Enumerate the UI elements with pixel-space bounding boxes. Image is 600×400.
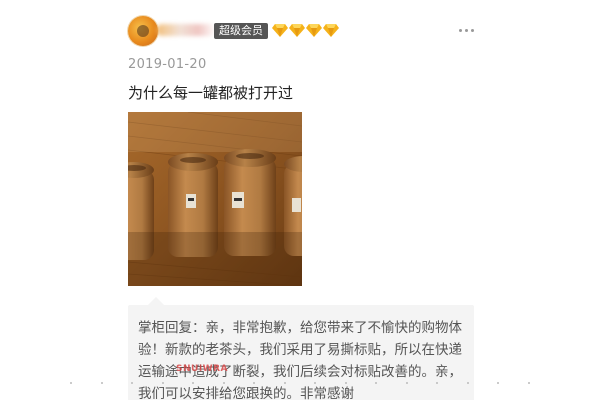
reply-arrow [148, 297, 164, 305]
tea-canisters-photo [128, 112, 302, 286]
avatar[interactable] [128, 16, 158, 46]
watermark: SNUIWRA [176, 364, 228, 374]
diamond-icon [289, 24, 305, 37]
diamond-icon [306, 24, 322, 37]
avatar-image [137, 25, 149, 37]
diamond-rating [272, 22, 339, 40]
diamond-icon [323, 24, 339, 37]
review-card: 超级会员 2019-01-20 为什么每一罐都被打开过 掌柜回复：亲，非常抱歉，… [110, 0, 488, 400]
review-header: 超级会员 [128, 14, 478, 50]
vip-badge: 超级会员 [214, 23, 268, 39]
review-photo[interactable] [128, 112, 302, 286]
diamond-icon [272, 24, 288, 37]
review-date: 2019-01-20 [128, 57, 207, 72]
page: 超级会员 2019-01-20 为什么每一罐都被打开过 掌柜回复：亲，非常抱歉，… [0, 0, 600, 400]
page-indicator-dots [70, 382, 530, 388]
review-text: 为什么每一罐都被打开过 [128, 84, 294, 102]
more-options-icon[interactable] [454, 24, 478, 36]
username-blurred [156, 24, 216, 36]
